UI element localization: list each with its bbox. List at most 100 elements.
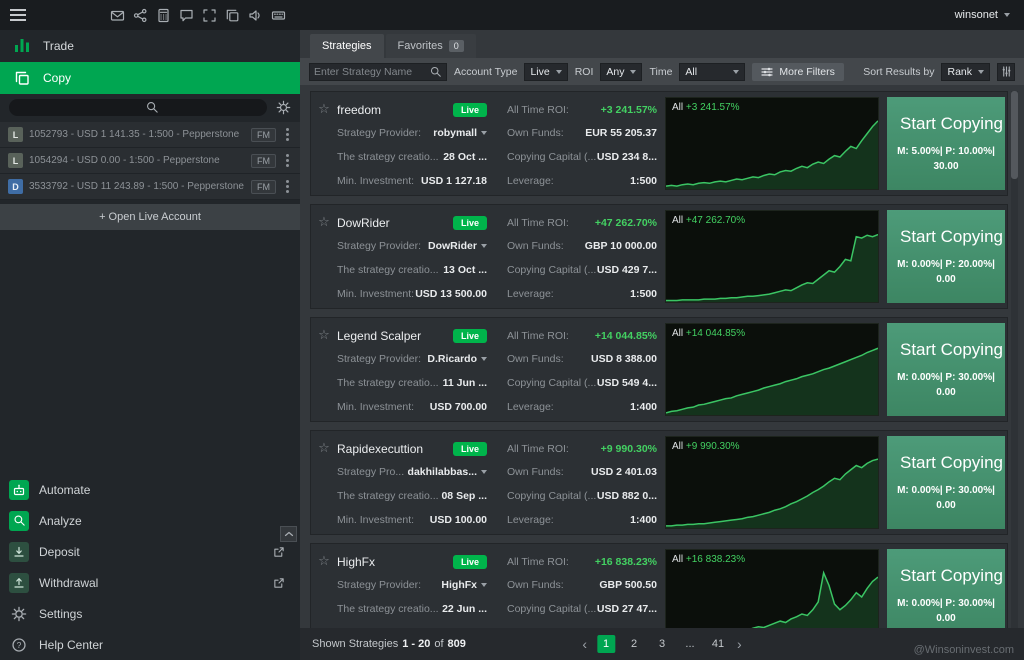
sidebar-item-withdrawal[interactable]: Withdrawal (0, 567, 300, 598)
favorite-star-icon[interactable]: ☆ (318, 327, 330, 342)
keyboard-icon[interactable] (271, 8, 286, 23)
page-number[interactable]: 1 (597, 635, 615, 653)
prev-page-button[interactable]: ‹ (582, 636, 587, 652)
sidebar-item-copy[interactable]: Copy (0, 62, 300, 94)
provider-dropdown[interactable]: DowRider (428, 240, 487, 252)
account-row[interactable]: L 1054294 - USD 0.00 - 1:500 - Peppersto… (0, 148, 300, 174)
page-number[interactable]: 41 (709, 635, 727, 653)
sort-select[interactable]: Rank (941, 63, 990, 81)
kebab-menu-icon[interactable] (282, 154, 292, 167)
copying-capital-value: USD 882 0... (597, 490, 657, 502)
strategy-search-input[interactable] (314, 66, 427, 78)
account-type-badge: L (8, 153, 23, 168)
favorite-star-icon[interactable]: ☆ (318, 101, 330, 116)
strategy-card: ☆ HighFx Live Strategy Provider: HighFx … (310, 543, 1008, 628)
mail-icon[interactable] (110, 8, 125, 23)
sidebar-item-trade[interactable]: Trade (0, 30, 300, 62)
min-investment-value: USD 1 127.18 (421, 175, 487, 187)
chart-label: All +14 044.85% (672, 328, 745, 339)
chart-roi-value: +14 044.85% (686, 328, 745, 339)
list-scrollbar[interactable] (1011, 91, 1018, 628)
start-copying-button[interactable]: Start Copying M: 0.00%| P: 30.00%| 0.00 (887, 549, 1005, 628)
fm-button[interactable]: FM (251, 154, 276, 168)
menu-icon[interactable] (10, 9, 26, 21)
open-live-account-button[interactable]: + Open Live Account (0, 204, 300, 230)
strategy-search-field[interactable] (309, 63, 447, 81)
roi-chart: All +47 262.70% (665, 210, 879, 303)
tab-favorites[interactable]: Favorites 0 (386, 34, 476, 58)
copying-capital-value: USD 549 4... (597, 377, 657, 389)
roi-label: All Time ROI: (507, 556, 569, 568)
next-page-button[interactable]: › (737, 636, 742, 652)
deposit-icon (9, 542, 29, 562)
leverage-value: 1:400 (630, 401, 657, 413)
strategy-info-primary: HighFx Live Strategy Provider: HighFx Th… (337, 544, 487, 628)
volume-icon[interactable] (248, 8, 263, 23)
copying-capital-label: Copying Capital (... (507, 377, 596, 389)
robot-icon (9, 480, 29, 500)
provider-dropdown[interactable]: dakhilabbas... (408, 466, 487, 478)
tab-strategies[interactable]: Strategies (310, 34, 384, 58)
kebab-menu-icon[interactable] (282, 128, 292, 141)
more-filters-button[interactable]: More Filters (752, 63, 843, 81)
page-number[interactable]: 2 (625, 635, 643, 653)
account-type-select[interactable]: Live (524, 63, 567, 81)
leverage-value: 1:500 (630, 175, 657, 187)
roi-sparkline (666, 344, 878, 415)
favorite-cell: ☆ (311, 544, 337, 628)
sidebar-item-deposit[interactable]: Deposit (0, 536, 300, 567)
chart-roi-value: +3 241.57% (686, 102, 740, 113)
roi-value: +16 838.23% (595, 556, 657, 568)
sidebar-item-label: Settings (39, 607, 82, 621)
calculator-icon[interactable] (156, 8, 171, 23)
start-copying-button[interactable]: Start Copying M: 5.00%| P: 10.00%| 30.00 (887, 97, 1005, 190)
account-row[interactable]: L 1052793 - USD 1 141.35 - 1:500 - Peppe… (0, 122, 300, 148)
sidebar-item-automate[interactable]: Automate (0, 474, 300, 505)
strategy-name: Rapidexecuttion (337, 442, 423, 456)
provider-dropdown[interactable]: robymall (433, 127, 487, 139)
chart-roi-value: +47 262.70% (686, 215, 745, 226)
favorite-star-icon[interactable]: ☆ (318, 553, 330, 568)
roi-value: +9 990.30% (601, 443, 657, 455)
app-shell: Trade Copy L 1052793 - USD 1 141.35 - 1:… (0, 30, 1024, 660)
copy-windows-icon[interactable] (225, 8, 240, 23)
time-select[interactable]: All (679, 63, 745, 81)
live-badge: Live (453, 216, 487, 230)
strategy-info-secondary: All Time ROI: +16 838.23% Own Funds: GBP… (487, 544, 657, 628)
time-label: Time (649, 66, 672, 78)
account-search-field[interactable] (9, 99, 267, 116)
svg-text:?: ? (17, 639, 22, 649)
roi-select[interactable]: Any (600, 63, 642, 81)
favorite-star-icon[interactable]: ☆ (318, 214, 330, 229)
page-number[interactable]: 3 (653, 635, 671, 653)
account-label: 1054294 - USD 0.00 - 1:500 - Pepperstone (29, 155, 245, 166)
chat-icon[interactable] (179, 8, 194, 23)
collapse-up-button[interactable] (280, 526, 297, 542)
min-investment-value: USD 100.00 (430, 514, 487, 526)
fm-button[interactable]: FM (251, 180, 276, 194)
favorite-star-icon[interactable]: ☆ (318, 440, 330, 455)
sidebar-item-analyze[interactable]: Analyze (0, 505, 300, 536)
kebab-menu-icon[interactable] (282, 180, 292, 193)
view-options-button[interactable] (997, 63, 1015, 81)
share-icon[interactable] (133, 8, 148, 23)
scrollbar-thumb[interactable] (1011, 91, 1018, 179)
start-copying-button[interactable]: Start Copying M: 0.00%| P: 30.00%| 0.00 (887, 323, 1005, 416)
fm-button[interactable]: FM (251, 128, 276, 142)
tabs: Strategies Favorites 0 (300, 30, 1024, 58)
sidebar-item-label: Withdrawal (39, 576, 98, 590)
start-copying-button[interactable]: Start Copying M: 0.00%| P: 30.00%| 0.00 (887, 436, 1005, 529)
start-copying-button[interactable]: Start Copying M: 0.00%| P: 20.00%| 0.00 (887, 210, 1005, 303)
account-search-input[interactable] (9, 101, 267, 118)
roi-sparkline (666, 231, 878, 302)
account-row[interactable]: D 3533792 - USD 11 243.89 - 1:500 - Pepp… (0, 174, 300, 200)
sidebar-item-settings[interactable]: Settings (0, 598, 300, 629)
gear-icon[interactable] (276, 100, 291, 115)
expand-icon[interactable] (202, 8, 217, 23)
sidebar-item-help-center[interactable]: ? Help Center (0, 629, 300, 660)
page-number[interactable]: ... (681, 635, 699, 653)
fees-summary: M: 0.00%| P: 20.00%| 0.00 (887, 257, 1005, 287)
user-menu[interactable]: winsonet (300, 0, 1024, 30)
provider-dropdown[interactable]: D.Ricardo (427, 353, 487, 365)
provider-dropdown[interactable]: HighFx (441, 579, 487, 591)
